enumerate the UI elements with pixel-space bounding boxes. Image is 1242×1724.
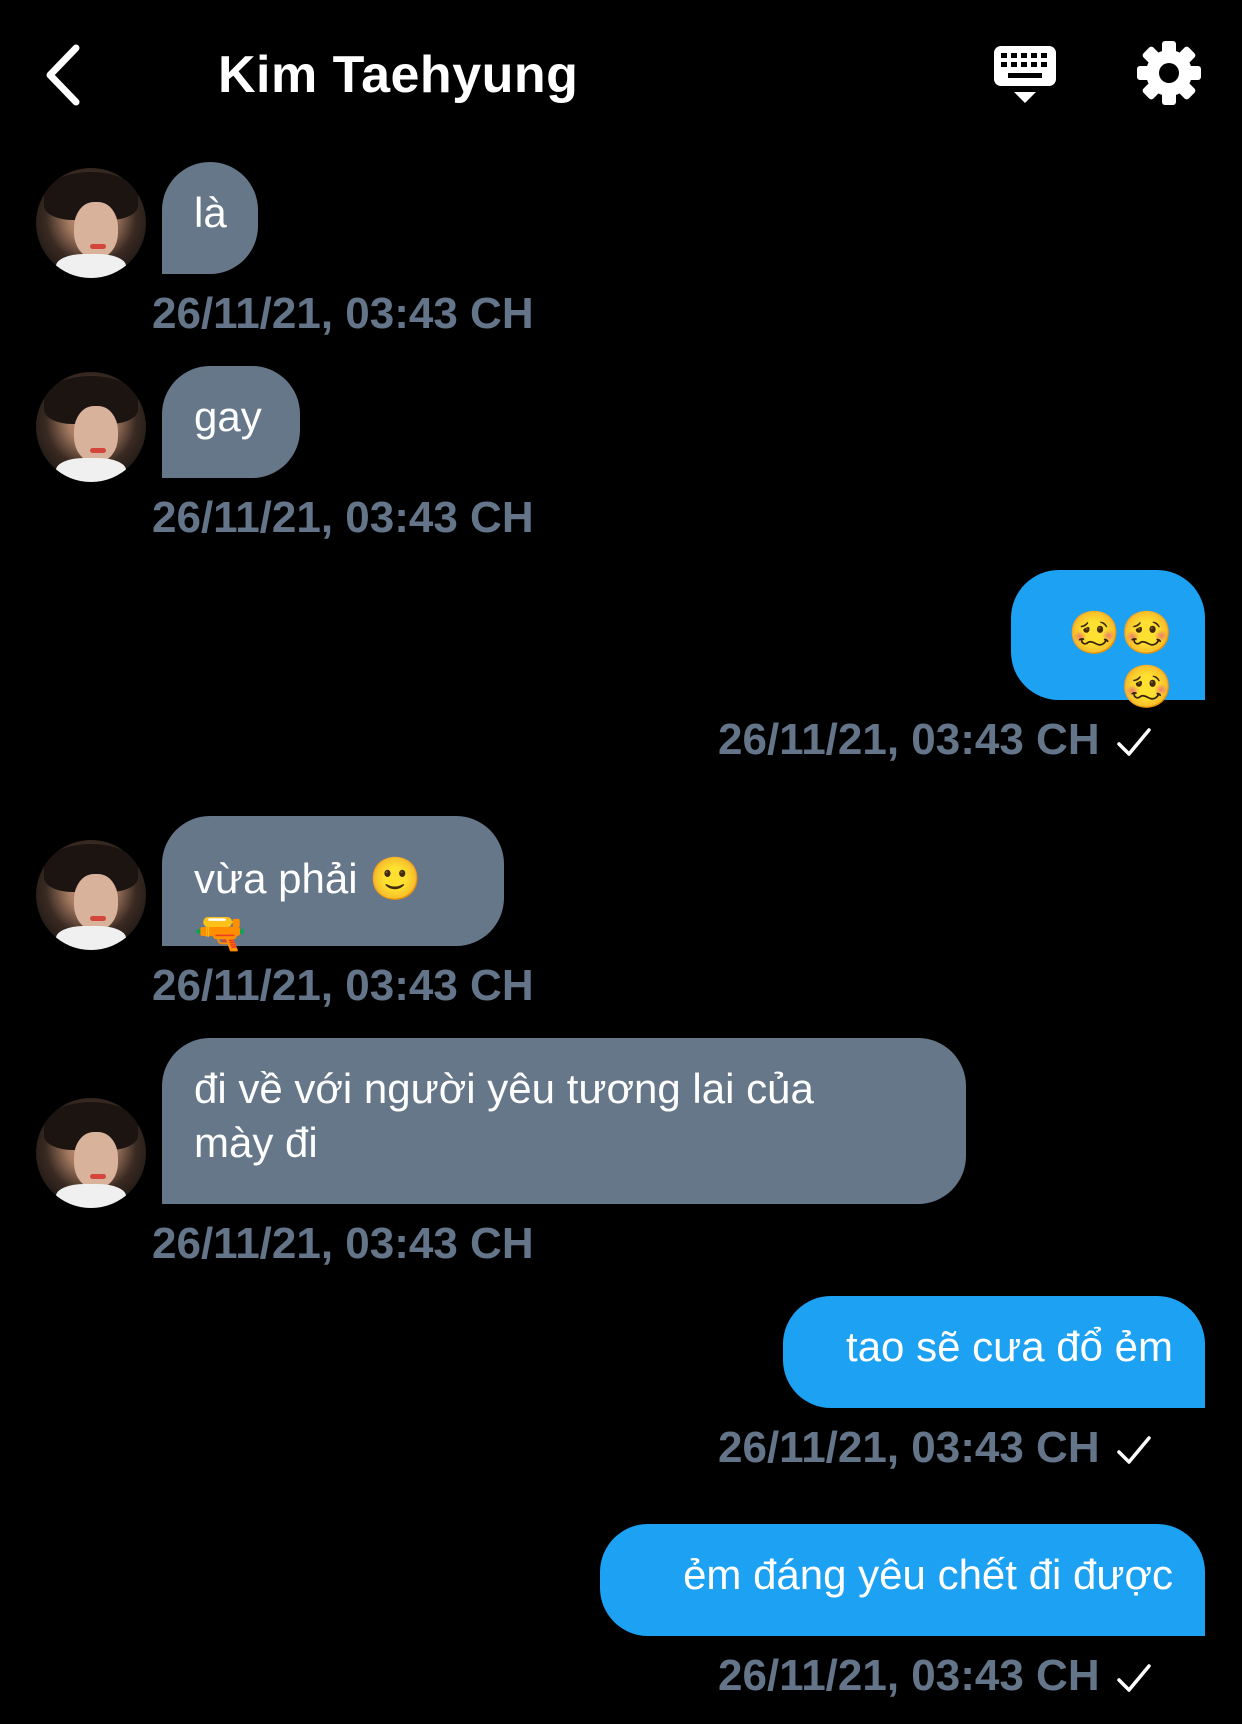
message-text: tao sẽ cưa đổ ẻm xyxy=(846,1323,1173,1370)
check-icon xyxy=(1116,1664,1151,1693)
message-timestamp-row: 26/11/21, 03:43 CH xyxy=(718,1420,1154,1476)
keyboard-icon xyxy=(994,46,1056,103)
message-timestamp: 26/11/21, 03:43 CH xyxy=(718,1651,1100,1700)
message-timestamp: 26/11/21, 03:43 CH xyxy=(152,961,534,1010)
chevron-left-icon xyxy=(46,44,80,106)
message-timestamp-row: 26/11/21, 03:43 CH xyxy=(718,1648,1154,1704)
check-icon xyxy=(1116,728,1151,757)
avatar[interactable] xyxy=(36,1098,146,1208)
avatar[interactable] xyxy=(36,840,146,950)
incoming-message-bubble[interactable]: vừa phải 🙂🔫 xyxy=(162,816,504,956)
message-text: đi về với người yêu tương lai của mày đi xyxy=(194,1065,814,1166)
message-timestamp: 26/11/21, 03:43 CH xyxy=(718,1423,1100,1472)
incoming-message-bubble[interactable]: là xyxy=(162,162,258,274)
incoming-message-bubble[interactable]: gay xyxy=(162,366,300,478)
message-text: ẻm đáng yêu chết đi được xyxy=(683,1551,1173,1598)
gear-icon xyxy=(1137,41,1201,105)
message-timestamp: 26/11/21, 03:43 CH xyxy=(718,715,1100,764)
message-text: vừa phải 🙂🔫 xyxy=(194,855,422,956)
message-timestamp-row: 26/11/21, 03:43 CH xyxy=(718,712,1154,768)
incoming-message-bubble[interactable]: đi về với người yêu tương lai của mày đi xyxy=(162,1038,966,1204)
check-icon xyxy=(1116,1436,1151,1465)
outgoing-message-bubble[interactable]: tao sẽ cưa đổ ẻm xyxy=(783,1296,1205,1408)
keyboard-button[interactable] xyxy=(990,40,1060,110)
avatar[interactable] xyxy=(36,372,146,482)
outgoing-message-bubble[interactable]: 🥴🥴🥴 xyxy=(1011,570,1205,710)
message-timestamp: 26/11/21, 03:43 CH xyxy=(152,1219,534,1268)
message-text: 🥴🥴🥴 xyxy=(1068,609,1173,710)
message-timestamp: 26/11/21, 03:43 CH xyxy=(152,493,534,542)
message-timestamp: 26/11/21, 03:43 CH xyxy=(152,289,534,338)
page-title: Kim Taehyung xyxy=(218,46,579,104)
message-text: gay xyxy=(194,393,262,440)
settings-button[interactable] xyxy=(1134,38,1204,108)
back-button[interactable] xyxy=(40,40,100,110)
message-text: là xyxy=(194,189,227,236)
outgoing-message-bubble[interactable]: ẻm đáng yêu chết đi được xyxy=(600,1524,1205,1636)
avatar[interactable] xyxy=(36,168,146,278)
chat-header: Kim Taehyung xyxy=(0,0,1242,150)
